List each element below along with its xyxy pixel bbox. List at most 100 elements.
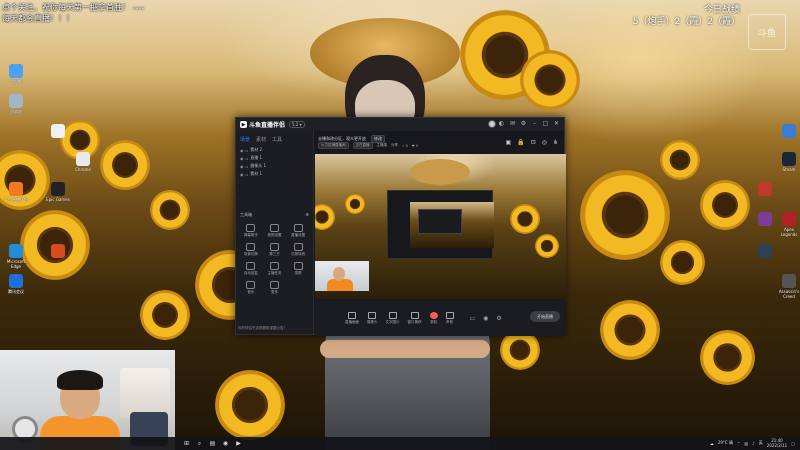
tool-item[interactable]: 音乐 xyxy=(240,281,262,295)
desktop-icon-label: 腾讯会议 xyxy=(8,289,24,294)
nested-app-preview xyxy=(387,190,494,259)
start-menu-icon[interactable]: ⊞ xyxy=(182,439,191,448)
skin-icon[interactable]: ◐ xyxy=(498,120,505,127)
lock-small-icon[interactable]: ▫ xyxy=(246,148,249,153)
streaming-app-window[interactable]: ▶ 斗鱼直播伴侣 5.2 ▾ ◐ ✉ ⚙ – □ ✕ 场景 素材 工具 ◉ ▫ 素材 2… xyxy=(235,117,566,336)
desktop-icon[interactable]: Apex Legends xyxy=(776,212,800,237)
meeting-icon xyxy=(9,274,23,288)
version-badge[interactable]: 5.2 ▾ xyxy=(289,121,305,128)
douyu-taskbar-icon[interactable]: ▶ xyxy=(234,439,243,448)
scene-item[interactable]: ◉ ▫ 素材 2 xyxy=(236,146,313,154)
nested-window xyxy=(418,209,462,234)
lock-small-icon[interactable]: ▫ xyxy=(246,164,249,169)
room-status-item[interactable]: 火力拉满直播间 xyxy=(318,142,349,149)
desktop-icon[interactable]: 此电脑 xyxy=(3,64,29,84)
tab-2[interactable]: 工具 xyxy=(272,136,282,143)
settings-icon[interactable]: ⚙ xyxy=(520,120,527,127)
tab-1[interactable]: 素材 xyxy=(256,136,266,143)
toolbar-button[interactable]: 直播画面 xyxy=(345,311,359,325)
lock-small-icon[interactable]: ▫ xyxy=(246,172,249,177)
sunflower-decoration xyxy=(100,140,150,190)
tool-icon xyxy=(246,243,256,251)
tool-icon xyxy=(269,224,279,232)
start-stream-button[interactable]: 开始直播 xyxy=(530,311,560,322)
visibility-eye-icon[interactable]: ◉ xyxy=(240,172,244,177)
visibility-eye-icon[interactable]: ◉ xyxy=(240,148,244,153)
minimize-icon[interactable]: – xyxy=(531,120,538,127)
file-explorer-icon[interactable]: ▤ xyxy=(208,439,217,448)
notification-icon[interactable]: ◎ xyxy=(542,139,547,146)
stream-preview[interactable] xyxy=(315,154,566,299)
lock-icon[interactable]: 🔒 xyxy=(517,139,524,146)
share-icon[interactable]: ⋔ xyxy=(553,139,558,146)
tool-item[interactable]: 场景切换 xyxy=(240,243,262,257)
tool-icon xyxy=(293,224,303,232)
tool-item[interactable]: 主播任务 xyxy=(264,262,286,276)
toolbar-button[interactable]: 文字图片 xyxy=(386,311,400,325)
scene-item[interactable]: ◉ ▫ 素材 1 xyxy=(236,170,313,178)
tray-chevron-icon[interactable]: ⌃ xyxy=(737,441,740,446)
tool-item[interactable]: 礼物特效 xyxy=(287,243,309,257)
tool-icon xyxy=(269,262,279,270)
toolbar-button-icon xyxy=(348,311,356,319)
desktop-icon[interactable]: Steam xyxy=(776,152,800,172)
mic-icon[interactable]: ◉ xyxy=(483,315,488,322)
record-icon[interactable]: ▭ xyxy=(470,315,476,322)
screenshot-icon[interactable]: ⊡ xyxy=(531,139,536,146)
language-indicator[interactable]: 英 xyxy=(759,440,763,446)
desktop-icon[interactable] xyxy=(752,212,778,227)
notification-center-icon[interactable]: ▢ xyxy=(791,441,795,446)
tool-item[interactable]: 弹幕助手 xyxy=(240,224,262,238)
scene-item[interactable]: ◉ ▫ 摄像头 1 xyxy=(236,162,313,170)
lock-small-icon[interactable]: ▫ xyxy=(246,156,249,161)
tool-item[interactable]: 直播设置 xyxy=(287,224,309,238)
toolbar-button[interactable]: 摄像头 xyxy=(367,311,378,325)
visibility-eye-icon[interactable]: ◉ xyxy=(240,156,244,161)
desktop-icon[interactable] xyxy=(45,124,71,139)
toolbar-button-icon xyxy=(445,311,454,319)
tool-item[interactable]: 第三方 xyxy=(264,243,286,257)
sunflower-decoration xyxy=(700,180,750,230)
settings-gear-icon[interactable]: ⚙ xyxy=(496,315,501,322)
tool-item[interactable]: 录屏 xyxy=(287,262,309,276)
tab-0[interactable]: 场景 xyxy=(240,136,250,143)
tool-item[interactable]: 自动回复 xyxy=(240,262,262,276)
layout-icon[interactable]: ▣ xyxy=(506,139,512,146)
volume-icon[interactable]: ♪ xyxy=(752,441,755,446)
desktop-icon[interactable]: Assassin's Creed xyxy=(776,274,800,299)
message-icon[interactable]: ✉ xyxy=(509,120,516,127)
desktop-icon[interactable]: Microsoft Edge xyxy=(3,244,29,269)
desktop-icon[interactable]: 回收站 xyxy=(3,94,29,114)
clock[interactable]: 21:40 2022/2/11 xyxy=(767,438,788,448)
room-status-item[interactable]: 正在直播 xyxy=(352,142,373,149)
tool-item[interactable]: 美颜设置 xyxy=(264,224,286,238)
room-status-item: 分享 xyxy=(391,143,398,147)
app-titlebar[interactable]: ▶ 斗鱼直播伴侣 5.2 ▾ ◐ ✉ ⚙ – □ ✕ xyxy=(236,118,564,131)
scene-item[interactable]: ◉ ▫ 直播 1 xyxy=(236,154,313,162)
footer-tip[interactable]: 你的伴侣不定期更新重要公告！ xyxy=(238,326,287,331)
toolbar-button-label: 摄像头 xyxy=(367,319,378,324)
close-icon[interactable]: ✕ xyxy=(553,120,560,127)
steam-taskbar-icon[interactable]: ◉ xyxy=(221,439,230,448)
tool-item[interactable]: 更多 xyxy=(264,281,286,295)
maximize-icon[interactable]: □ xyxy=(542,120,549,127)
network-icon[interactable]: ▥ xyxy=(744,441,748,446)
desktop-icon[interactable] xyxy=(45,244,71,259)
sunflower-decoration xyxy=(500,330,540,370)
toolbar-button[interactable]: 窗口捕获 xyxy=(408,311,422,325)
preview-hat xyxy=(410,159,470,185)
visibility-eye-icon[interactable]: ◉ xyxy=(240,164,244,169)
desktop-icon[interactable]: 斗鱼直播伴侣 xyxy=(3,182,29,202)
toolbox-settings-icon[interactable]: ⚙ xyxy=(305,212,309,218)
desktop-icon[interactable]: 腾讯会议 xyxy=(3,274,29,294)
user-avatar[interactable] xyxy=(488,120,496,128)
desktop-icon[interactable]: Chrome xyxy=(70,152,96,172)
toolbar-button[interactable]: 录制 xyxy=(429,311,438,325)
desktop-icon[interactable] xyxy=(752,244,778,259)
desktop-icon[interactable]: Epic Games xyxy=(45,182,71,202)
desktop-icon[interactable] xyxy=(752,182,778,197)
search-icon[interactable]: ⌕ xyxy=(195,439,204,448)
toolbar-button[interactable]: 声音 xyxy=(445,311,454,325)
desktop-icon[interactable] xyxy=(776,124,800,139)
weather-text[interactable]: 29°C 晴 xyxy=(718,440,733,446)
